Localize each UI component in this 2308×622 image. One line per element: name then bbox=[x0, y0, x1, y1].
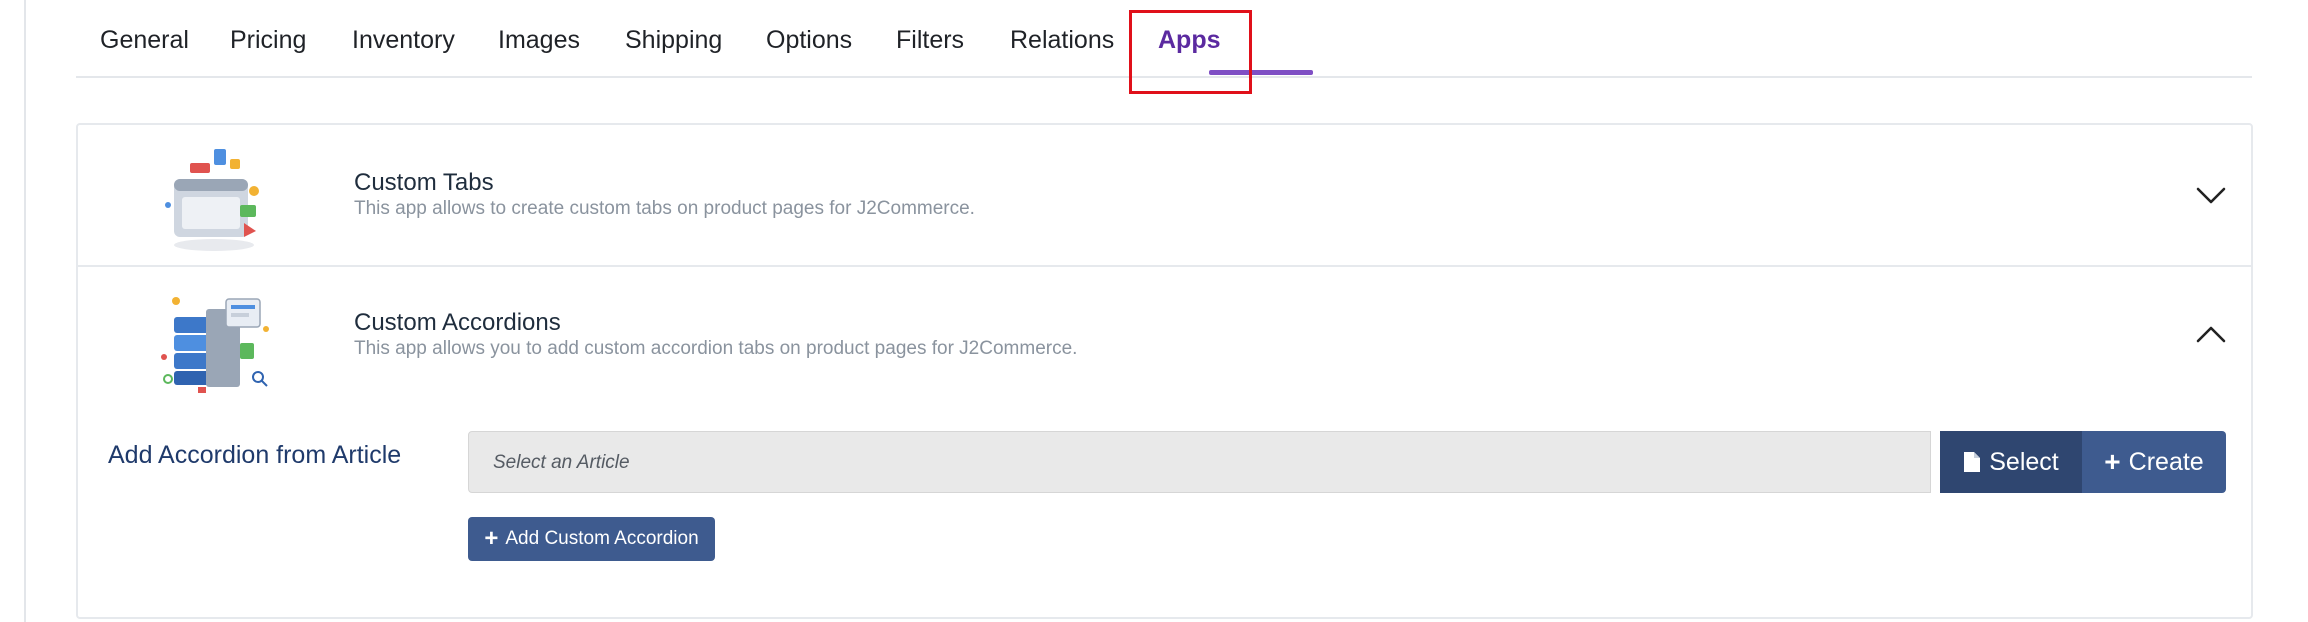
tab-relations[interactable]: Relations bbox=[1010, 26, 1114, 55]
tab-shipping[interactable]: Shipping bbox=[625, 26, 722, 55]
file-icon bbox=[1964, 452, 1981, 472]
tab-options[interactable]: Options bbox=[766, 26, 852, 55]
custom-tabs-app-icon bbox=[165, 149, 259, 251]
tab-images[interactable]: Images bbox=[498, 26, 580, 55]
app-row-divider bbox=[78, 265, 2251, 267]
chevron-down-icon[interactable] bbox=[2192, 176, 2230, 214]
plus-icon: + bbox=[2104, 446, 2121, 477]
apps-panel: Custom Tabs This app allows to create cu… bbox=[76, 123, 2253, 619]
tab-pricing[interactable]: Pricing bbox=[230, 26, 306, 55]
chevron-up-icon[interactable] bbox=[2192, 316, 2230, 354]
custom-accordions-app-icon bbox=[161, 297, 269, 393]
create-button-label: Create bbox=[2128, 447, 2204, 476]
tab-apps[interactable]: Apps bbox=[1158, 26, 1221, 55]
product-tabs: General Pricing Inventory Images Shippin… bbox=[76, 0, 2252, 78]
app-title-custom-accordions: Custom Accordions bbox=[354, 309, 561, 336]
select-button-label: Select bbox=[1989, 447, 2059, 476]
add-custom-accordion-button[interactable]: + Add Custom Accordion bbox=[468, 517, 715, 561]
app-title-custom-tabs: Custom Tabs bbox=[354, 169, 494, 196]
plus-icon: + bbox=[484, 525, 499, 552]
page-frame-border bbox=[24, 0, 26, 622]
article-select-placeholder: Select an Article bbox=[493, 452, 630, 473]
tab-general[interactable]: General bbox=[100, 26, 189, 55]
tab-inventory[interactable]: Inventory bbox=[352, 26, 455, 55]
add-accordion-button-label: Add Custom Accordion bbox=[505, 528, 699, 549]
article-select-field[interactable]: Select an Article bbox=[468, 431, 1931, 493]
active-tab-indicator bbox=[1209, 70, 1313, 75]
select-article-button[interactable]: Select bbox=[1940, 431, 2082, 493]
create-article-button[interactable]: + Create bbox=[2082, 431, 2226, 493]
app-description-custom-accordions: This app allows you to add custom accord… bbox=[354, 338, 1078, 359]
add-accordion-label: Add Accordion from Article bbox=[108, 441, 402, 469]
tab-filters[interactable]: Filters bbox=[896, 26, 964, 55]
app-description-custom-tabs: This app allows to create custom tabs on… bbox=[354, 198, 975, 219]
